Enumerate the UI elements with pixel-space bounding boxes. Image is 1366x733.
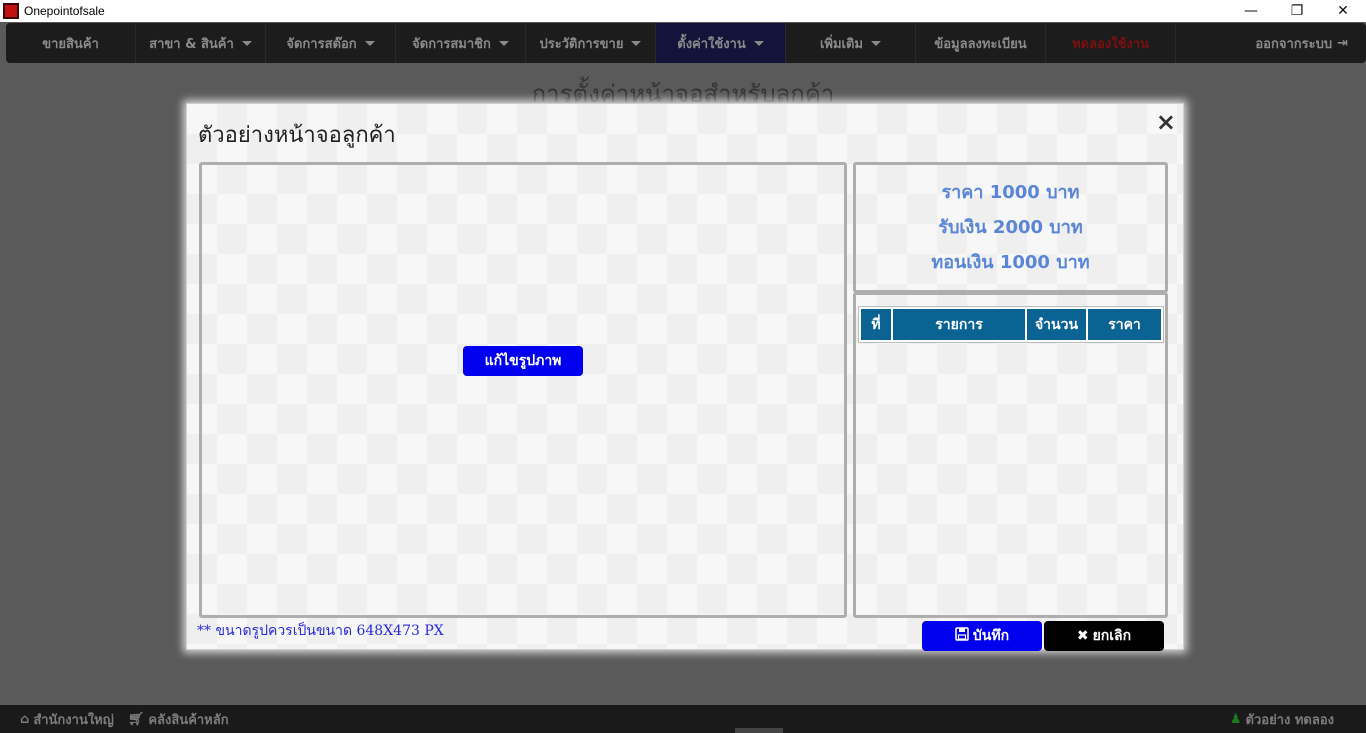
nav-branch-products[interactable]: สาขา & สินค้า	[136, 23, 266, 63]
logout-label: ออกจากระบบ	[1255, 36, 1333, 52]
cart-icon: 🛒︎	[127, 711, 145, 727]
nav-registration-label: ข้อมูลลงทะเบียน	[934, 36, 1027, 52]
nav-branch-products-label: สาขา & สินค้า	[149, 36, 234, 52]
minimize-button[interactable]: —	[1228, 0, 1274, 22]
sign-out-icon: ⇥	[1337, 35, 1348, 51]
items-table-wrapper: ที่ รายการ จำนวน ราคา	[858, 306, 1164, 343]
col-number: ที่	[861, 309, 893, 340]
price-summary-panel: ราคา 1000 บาท รับเงิน 2000 บาท ทอนเงิน 1…	[853, 162, 1168, 293]
nav-registration[interactable]: ข้อมูลลงทะเบียน	[916, 23, 1046, 63]
items-table: ที่ รายการ จำนวน ราคา	[861, 309, 1161, 340]
col-item: รายการ	[892, 309, 1027, 340]
caret-down-icon	[498, 40, 509, 46]
nav-settings[interactable]: ตั้งค่าใช้งาน	[656, 23, 786, 63]
footer-user-label: ตัวอย่าง ทดลอง	[1245, 712, 1334, 728]
caret-down-icon	[241, 40, 252, 46]
restore-button[interactable]: ❐	[1274, 0, 1320, 22]
main-navbar: ขายสินค้า สาขา & สินค้า จัดการสต๊อก จัดก…	[6, 23, 1366, 63]
table-header-row: ที่ รายการ จำนวน ราคา	[861, 309, 1161, 340]
cancel-button[interactable]: ✖ ยกเลิก	[1044, 621, 1164, 651]
col-price: ราคา	[1087, 309, 1161, 340]
nav-sell-label: ขายสินค้า	[42, 36, 99, 52]
window-titlebar: Onepointofsale — ❐ ✕	[0, 0, 1366, 22]
nav-members[interactable]: จัดการสมาชิก	[396, 23, 526, 63]
received-line: รับเงิน 2000 บาท	[938, 217, 1083, 238]
col-quantity: จำนวน	[1026, 309, 1088, 340]
nav-stock[interactable]: จัดการสต๊อก	[266, 23, 396, 63]
close-window-button[interactable]: ✕	[1320, 0, 1366, 22]
user-icon: ♟	[1229, 711, 1242, 727]
app-icon	[3, 3, 19, 19]
nav-sell[interactable]: ขายสินค้า	[6, 23, 136, 63]
item-list-panel: ที่ รายการ จำนวน ราคา	[853, 292, 1168, 618]
x-icon: ✖	[1076, 628, 1089, 644]
nav-sales-history[interactable]: ประวัติการขาย	[526, 23, 656, 63]
nav-more-label: เพิ่มเติม	[819, 36, 864, 52]
home-icon: ⌂	[20, 711, 30, 727]
caret-down-icon	[364, 40, 375, 46]
footer-warehouse[interactable]: 🛒︎ คลังสินค้าหลัก	[128, 709, 229, 730]
nav-settings-label: ตั้งค่าใช้งาน	[677, 36, 746, 52]
footer-user[interactable]: ♟ ตัวอย่าง ทดลอง	[1230, 705, 1334, 733]
price-line: ราคา 1000 บาท	[941, 182, 1080, 203]
footer-scroll-handle	[735, 728, 783, 733]
footer-branch[interactable]: ⌂ สำนักงานใหญ่	[20, 709, 114, 730]
modal-title: ตัวอย่างหน้าจอลูกค้า	[198, 123, 396, 148]
logout-button[interactable]: ออกจากระบบ ⇥	[1176, 23, 1366, 63]
nav-trial[interactable]: ทดลองใช้งาน	[1046, 23, 1176, 63]
save-label: บันทึก	[972, 628, 1010, 644]
nav-members-label: จัดการสมาชิก	[412, 36, 491, 52]
cancel-label: ยกเลิก	[1092, 628, 1132, 644]
floppy-disk-icon	[955, 627, 969, 645]
caret-down-icon	[871, 40, 882, 46]
window-controls: — ❐ ✕	[1228, 0, 1366, 22]
caret-down-icon	[753, 40, 764, 46]
window-title: Onepointofsale	[24, 4, 105, 18]
footer-branch-label: สำนักงานใหญ่	[33, 712, 114, 728]
caret-down-icon	[631, 40, 642, 46]
close-modal-button[interactable]: ×	[1156, 108, 1176, 136]
nav-trial-label: ทดลองใช้งาน	[1072, 36, 1149, 52]
save-button[interactable]: บันทึก	[922, 621, 1042, 651]
change-line: ทอนเงิน 1000 บาท	[931, 252, 1090, 273]
footer-warehouse-label: คลังสินค้าหลัก	[148, 712, 229, 728]
nav-stock-label: จัดการสต๊อก	[286, 36, 357, 52]
nav-sales-history-label: ประวัติการขาย	[539, 36, 624, 52]
edit-image-button[interactable]: แก้ไขรูปภาพ	[463, 346, 583, 376]
image-size-note: ** ขนาดรูปควรเป็นขนาด 648X473 PX	[197, 623, 444, 639]
nav-more[interactable]: เพิ่มเติม	[786, 23, 916, 63]
status-footer: ⌂ สำนักงานใหญ่ 🛒︎ คลังสินค้าหลัก ♟ ตัวอย…	[0, 705, 1366, 733]
customer-image-panel: แก้ไขรูปภาพ	[199, 162, 847, 618]
customer-screen-preview-modal: ตัวอย่างหน้าจอลูกค้า × แก้ไขรูปภาพ ราคา …	[186, 103, 1184, 651]
